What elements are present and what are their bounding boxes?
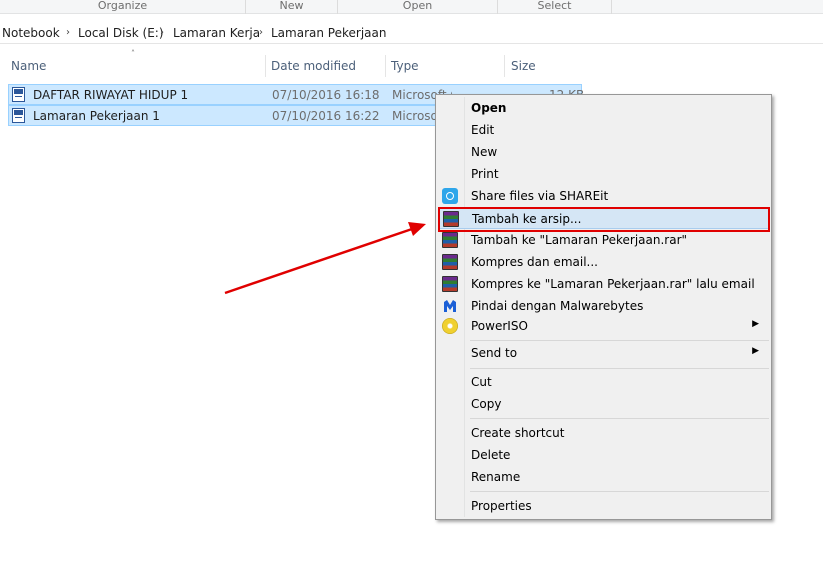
menu-item-properties[interactable]: Properties (438, 495, 769, 517)
shareit-icon (442, 188, 458, 204)
menu-item-create-shortcut[interactable]: Create shortcut (438, 422, 769, 444)
menu-item-label: Copy (471, 397, 502, 411)
menu-item-rename[interactable]: Rename (438, 466, 769, 488)
submenu-arrow-icon: ▶ (752, 319, 759, 329)
menu-item-delete[interactable]: Delete (438, 444, 769, 466)
menu-item-label: Edit (471, 123, 495, 137)
poweriso-icon (442, 318, 458, 334)
annotation-highlight-box (438, 207, 770, 232)
menu-separator (470, 418, 769, 419)
menu-item-label: Properties (471, 499, 532, 513)
malwarebytes-icon (442, 298, 458, 314)
menu-item-open[interactable]: Open (438, 97, 769, 119)
menu-separator (470, 491, 769, 492)
menu-item-label: Rename (471, 470, 521, 484)
menu-item-label: Open (471, 101, 507, 115)
menu-item-copy[interactable]: Copy (438, 393, 769, 415)
menu-item-label: Tambah ke "Lamaran Pekerjaan.rar" (471, 233, 688, 247)
menu-item-send-to[interactable]: Send to ▶ (438, 342, 769, 364)
menu-item-edit[interactable]: Edit (438, 119, 769, 141)
menu-separator (470, 340, 769, 341)
menu-item-kompres-email[interactable]: Kompres dan email... (438, 251, 769, 273)
menu-item-label: Pindai dengan Malwarebytes (471, 299, 644, 313)
menu-item-label: Delete (471, 448, 511, 462)
menu-item-label: Send to (471, 346, 518, 360)
winrar-icon (442, 254, 458, 270)
menu-item-label: Share files via SHAREit (471, 189, 609, 203)
menu-item-label: Create shortcut (471, 426, 565, 440)
winrar-icon (442, 276, 458, 292)
context-menu: Open Edit New Print Share files via SHAR… (435, 94, 772, 520)
menu-item-print[interactable]: Print (438, 163, 769, 185)
menu-item-poweriso[interactable]: PowerISO ▶ (438, 315, 769, 337)
menu-item-label: PowerISO (471, 319, 528, 333)
menu-separator (470, 368, 769, 369)
menu-item-label: New (471, 145, 498, 159)
menu-item-kompres-rar-email[interactable]: Kompres ke "Lamaran Pekerjaan.rar" lalu … (438, 273, 769, 295)
menu-item-new[interactable]: New (438, 141, 769, 163)
menu-item-malwarebytes[interactable]: Pindai dengan Malwarebytes (438, 295, 769, 317)
menu-item-label: Print (471, 167, 499, 181)
menu-item-label: Kompres dan email... (471, 255, 598, 269)
menu-item-share-shareit[interactable]: Share files via SHAREit (438, 185, 769, 207)
menu-item-tambah-ke-rar[interactable]: Tambah ke "Lamaran Pekerjaan.rar" (438, 229, 769, 251)
menu-item-label: Cut (471, 375, 492, 389)
menu-item-cut[interactable]: Cut (438, 371, 769, 393)
submenu-arrow-icon: ▶ (752, 346, 759, 356)
winrar-icon (442, 232, 458, 248)
menu-item-label: Kompres ke "Lamaran Pekerjaan.rar" lalu … (471, 277, 755, 291)
